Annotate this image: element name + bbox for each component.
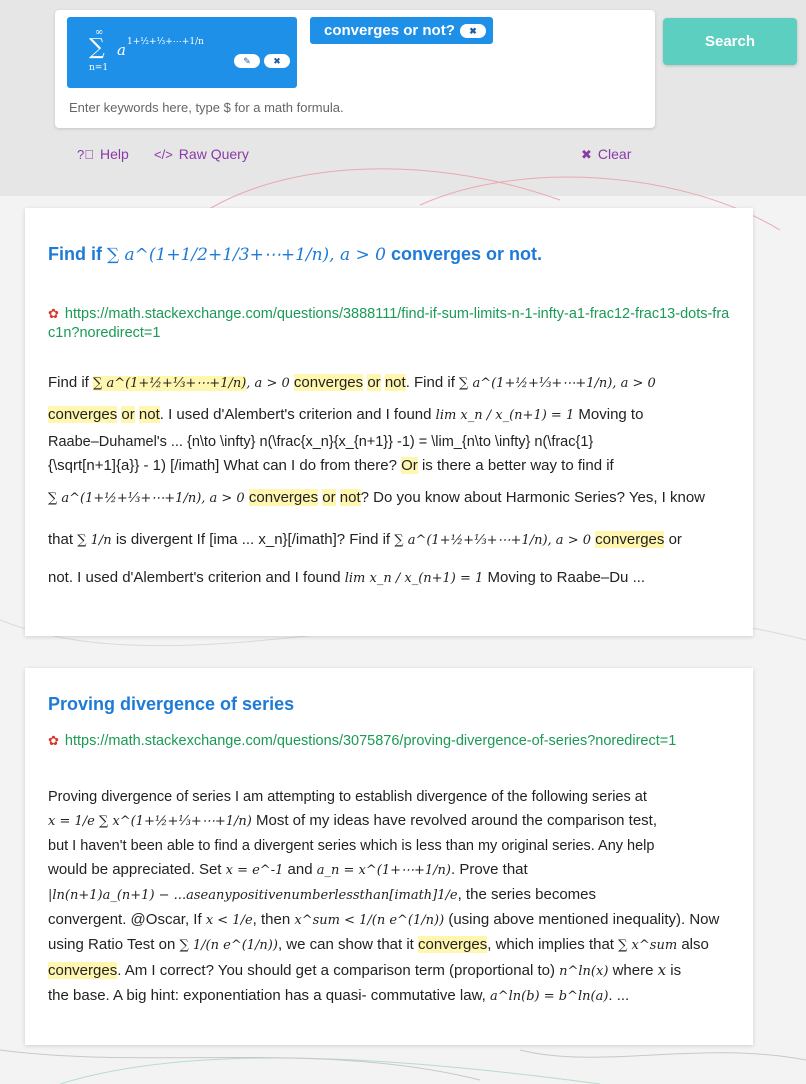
clear-link[interactable]: ✖ Clear [581,146,631,163]
result-title[interactable]: Proving divergence of series [48,694,294,715]
result-card: Find if ∑ a^(1+1/2+1/3+⋯+1/n), a > 0 con… [25,208,753,636]
result-snippet: Find if ∑ a^(1+½+⅓+⋯+1/n), a > 0 converg… [48,374,706,586]
close-icon: ✖ [581,147,592,162]
search-input[interactable]: Enter keywords here, type $ for a math f… [69,100,344,115]
keyword-chip[interactable]: converges or not? ✖ [310,17,493,44]
result-snippet: Proving divergence of series I am attemp… [48,789,720,1004]
close-icon: ✖ [273,56,281,66]
gear-icon: ✿ [48,306,59,321]
help-circle-icon: ?⃝ [77,147,94,162]
search-panel: ∞ ∑ n=1 a 1+½+⅓+⋯+1/n ✎ ✖ converges or n… [55,10,655,128]
result-url[interactable]: ✿ https://math.stackexchange.com/question… [48,731,733,751]
search-button[interactable]: Search [663,18,797,65]
help-link[interactable]: ?⃝ Help [77,146,129,162]
result-title[interactable]: Find if ∑ a^(1+1/2+1/3+⋯+1/n), a > 0 con… [48,244,542,265]
gear-icon: ✿ [48,733,59,748]
keyword-chip-label: converges or not? [324,22,455,39]
close-icon: ✖ [469,26,477,36]
math-formula-chip[interactable]: ∞ ∑ n=1 a 1+½+⅓+⋯+1/n ✎ ✖ [67,17,297,88]
result-url[interactable]: ✿ https://math.stackexchange.com/question… [48,304,733,343]
pencil-icon: ✎ [243,56,251,66]
code-icon: </> [154,147,173,162]
remove-formula-button[interactable]: ✖ [264,54,290,68]
result-card: Proving divergence of series ✿ https://ma… [25,668,753,1045]
remove-keyword-button[interactable]: ✖ [460,24,486,38]
raw-query-link[interactable]: </> Raw Query [154,146,249,162]
edit-formula-button[interactable]: ✎ [234,54,260,68]
